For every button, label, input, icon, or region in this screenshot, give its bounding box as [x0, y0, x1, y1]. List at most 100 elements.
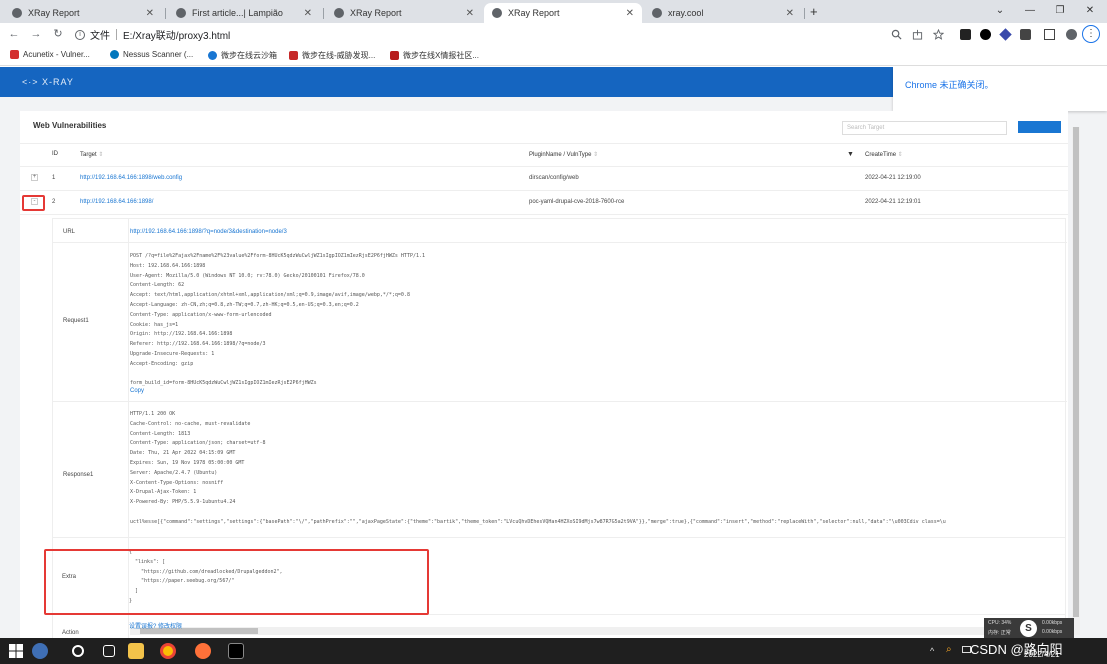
- close-icon[interactable]: ✕: [466, 8, 474, 19]
- new-tab-button[interactable]: +: [810, 4, 818, 19]
- code-line: Server: Apache/2.4.7 (Ubuntu): [130, 469, 218, 476]
- bookmark-acunetix[interactable]: Acunetix - Vulner...: [10, 50, 90, 59]
- cpu-readout: CPU: 34%: [988, 620, 1012, 626]
- forward-icon[interactable]: →: [28, 26, 44, 42]
- request-body: POST /?q=file%2Fajax%2Fname%2F%23value%2…: [130, 252, 425, 389]
- side-panel-icon[interactable]: [1044, 29, 1055, 40]
- close-icon[interactable]: ✕: [146, 8, 154, 19]
- restore-button[interactable]: ❐: [1046, 2, 1074, 20]
- close-icon[interactable]: ✕: [786, 8, 794, 19]
- code-line: Accept-Language: zh-CN,zh;q=0.8,zh-TW;q=…: [130, 301, 359, 308]
- copy-request-link[interactable]: Copy: [130, 388, 144, 394]
- windows-start-icon[interactable]: [8, 643, 24, 659]
- share-icon[interactable]: [912, 29, 923, 40]
- row-time: 2022-04-21 12:19:01: [865, 199, 921, 205]
- threatbook-x-icon: [390, 51, 399, 60]
- address-prefix: 文件: [90, 31, 110, 42]
- zoom-icon[interactable]: [891, 29, 902, 40]
- code-line: X-Content-Type-Options: nosniff: [130, 479, 224, 486]
- scrollbar-thumb[interactable]: [1073, 127, 1079, 617]
- response-body: HTTP/1.1 200 OK Cache-Control: no-cache, …: [130, 410, 1064, 528]
- tab-xray-cool[interactable]: xray.cool ✕: [644, 3, 802, 23]
- extensions-puzzle-icon[interactable]: [1020, 29, 1031, 40]
- threatbook-t-icon: [289, 51, 298, 60]
- bookmark-threatbook-sandbox[interactable]: 微步在线云沙箱: [208, 50, 277, 61]
- tab-xray-report-2[interactable]: XRay Report ✕: [326, 3, 482, 23]
- code-line: Cookie: has_js=1: [130, 321, 179, 328]
- chevron-down-icon[interactable]: ⌄: [986, 2, 1014, 20]
- back-icon[interactable]: ←: [6, 26, 22, 42]
- col-header-plugin[interactable]: PluginName / VulnType ⇕: [529, 151, 598, 158]
- windows-taskbar: ^ ⌕: [0, 638, 1107, 664]
- code-line: Content-Type: application/json; charset=…: [130, 440, 266, 447]
- code-line: HTTP/1.1 200 OK: [130, 411, 176, 417]
- address-bar[interactable]: i 文件 E:/Xray联动/proxy3.html: [75, 26, 885, 43]
- bookmark-label: 微步在线云沙箱: [221, 51, 277, 60]
- url-label: URL: [63, 229, 76, 235]
- col-label: PluginName / VulnType: [529, 152, 592, 158]
- address-url: E:/Xray联动/proxy3.html: [123, 31, 231, 42]
- tab-divider: [323, 8, 324, 19]
- taskbar-clock[interactable]: 2022/4/21: [1024, 650, 1060, 659]
- code-line: Expires: Sun, 19 Nov 1978 05:00:00 GMT: [130, 459, 245, 466]
- search-target-input[interactable]: Search Target: [842, 121, 1007, 135]
- chrome-icon[interactable]: [160, 643, 176, 659]
- download-readout: 0.00kbps: [1042, 629, 1063, 635]
- info-icon[interactable]: i: [75, 29, 85, 40]
- code-line: Origin: http://192.168.64.166:1898: [130, 331, 233, 338]
- code-line: Content-Length: 62: [130, 282, 185, 289]
- tab-divider: [165, 8, 166, 19]
- row-time: 2022-04-21 12:19:00: [865, 175, 921, 181]
- bookmark-nessus[interactable]: Nessus Scanner (...: [110, 50, 193, 59]
- extension-circle-icon[interactable]: [980, 29, 991, 40]
- store-icon[interactable]: [128, 643, 144, 659]
- profile-avatar[interactable]: [1066, 29, 1077, 40]
- response-horizontal-scrollbar[interactable]: [130, 627, 1064, 635]
- extension-diamond-icon[interactable]: [999, 28, 1012, 41]
- action-links[interactable]: 设置误报? 修改权限: [129, 621, 182, 630]
- tab-xray-report-active[interactable]: XRay Report ✕: [484, 3, 642, 23]
- menu-kebab-icon[interactable]: ⋮: [1082, 25, 1100, 43]
- col-label: CreateTime: [865, 152, 897, 158]
- page-vertical-scrollbar[interactable]: [1072, 127, 1080, 635]
- url-value-link[interactable]: http://192.168.64.166:1898/?q=node/3&des…: [130, 229, 287, 235]
- code-line: uctl%esse[{"command":"settings","setting…: [130, 518, 946, 525]
- close-icon[interactable]: ✕: [304, 8, 312, 19]
- close-window-button[interactable]: ✕: [1076, 2, 1104, 20]
- col-header-target[interactable]: Target ⇕: [80, 151, 103, 158]
- filter-icon[interactable]: ▼: [847, 151, 854, 158]
- tray-chevron-icon[interactable]: ^: [930, 646, 934, 656]
- firefox-icon[interactable]: [195, 643, 211, 659]
- notification-text: Chrome 未正确关闭。: [905, 80, 994, 90]
- task-view-icon[interactable]: [103, 645, 115, 657]
- tab-xray-report-1[interactable]: XRay Report ✕: [4, 3, 162, 23]
- action-label: Action: [62, 630, 79, 636]
- row-target-link[interactable]: http://192.168.64.166:1898/web.config: [80, 175, 182, 181]
- expand-row-button[interactable]: +: [31, 174, 38, 181]
- minimize-button[interactable]: —: [1016, 2, 1044, 20]
- network-monitor-widget[interactable]: CPU: 34% 内存: 正常 S 0.00kbps 0.00kbps: [984, 618, 1074, 638]
- tab-first-article[interactable]: First article...| Lampião ✕: [168, 3, 320, 23]
- nessus-icon: [110, 50, 119, 59]
- search-icon[interactable]: [72, 645, 84, 657]
- divider: [53, 242, 1067, 243]
- row-id: 1: [52, 175, 56, 181]
- bookmark-threatbook-x[interactable]: 微步在线X情报社区...: [390, 50, 479, 61]
- bookmark-label: 微步在线X情报社区...: [403, 51, 480, 60]
- row-target-link[interactable]: http://192.168.64.166:1898/: [80, 199, 153, 205]
- close-icon[interactable]: ✕: [626, 8, 634, 19]
- cortana-app-icon[interactable]: [32, 643, 48, 659]
- card-title: Web Vulnerabilities: [33, 121, 107, 130]
- star-icon[interactable]: [933, 29, 944, 40]
- extension-icon[interactable]: [960, 29, 971, 40]
- tray-search-icon[interactable]: ⌕: [946, 644, 952, 655]
- bookmark-label: Acunetix - Vulner...: [23, 50, 90, 59]
- divider: [20, 143, 1068, 144]
- col-header-time[interactable]: CreateTime ⇕: [865, 151, 903, 158]
- bookmark-threatbook-discovery[interactable]: 微步在线-威胁发现...: [289, 50, 375, 61]
- reload-icon[interactable]: ↻: [50, 26, 66, 42]
- search-button[interactable]: [1018, 121, 1061, 133]
- chrome-crash-notification[interactable]: Chrome 未正确关闭。: [893, 67, 1107, 111]
- terminal-icon[interactable]: [228, 643, 244, 659]
